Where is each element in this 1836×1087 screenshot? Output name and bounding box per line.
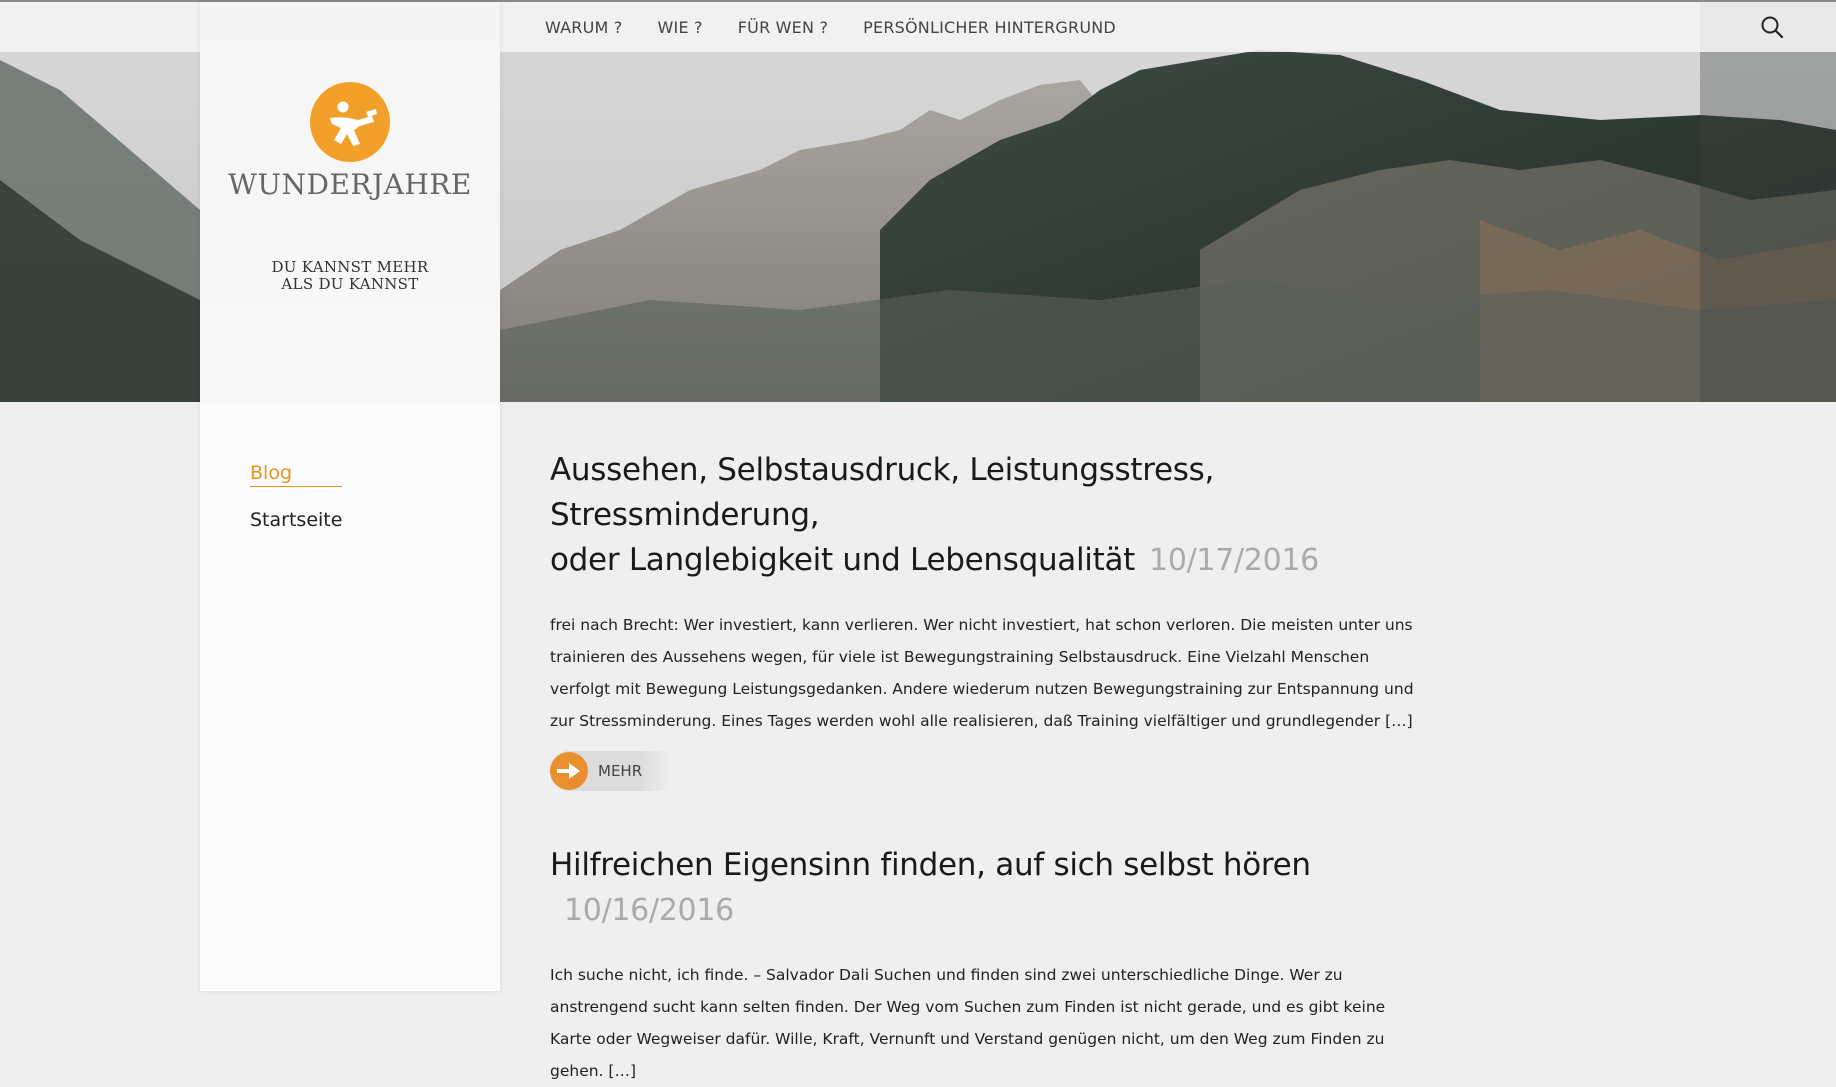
post-title-line-2[interactable]: oder Langlebigkeit und Lebensqualität (550, 542, 1135, 578)
post-title[interactable]: Aussehen, Selbstausdruck, Leistungsstres… (550, 448, 1420, 583)
nav-item-persoenlicher-hintergrund[interactable]: PERSÖNLICHER HINTERGRUND (863, 18, 1116, 37)
search-icon[interactable] (1760, 15, 1784, 39)
post-date: 10/16/2016 (564, 893, 734, 928)
nav-item-fuer-wen[interactable]: FÜR WEN ? (738, 18, 828, 37)
sidebar: WUNDERJAHRE DU KANNST MEHR ALS DU KANNST… (200, 2, 500, 991)
post-excerpt: Ich suche nicht, ich finde. – Salvador D… (550, 966, 1386, 1080)
post-title-line-1[interactable]: Aussehen, Selbstausdruck, Leistungsstres… (550, 452, 1214, 533)
more-button[interactable]: MEHR (550, 751, 670, 791)
post-list: Aussehen, Selbstausdruck, Leistungsstres… (550, 448, 1420, 1087)
sidebar-item-startseite[interactable]: Startseite (250, 509, 342, 531)
arrow-right-icon (550, 752, 588, 790)
brand-name[interactable]: WUNDERJAHRE (200, 168, 500, 201)
post-item: Hilfreichen Eigensinn finden, auf sich s… (550, 843, 1420, 1087)
tagline-line-2: ALS DU KANNST (281, 275, 419, 293)
nav-item-warum[interactable]: WARUM ? (545, 18, 623, 37)
sidebar-nav: Blog Startseite (250, 462, 343, 553)
main-nav: WARUM ? WIE ? FÜR WEN ? PERSÖNLICHER HIN… (545, 2, 1116, 52)
sidebar-item-blog[interactable]: Blog (250, 462, 343, 487)
tagline-line-1: DU KANNST MEHR (271, 258, 429, 276)
post-date: 10/17/2016 (1149, 543, 1319, 578)
brand-tagline: DU KANNST MEHR ALS DU KANNST (200, 259, 500, 293)
post-title-line-1[interactable]: Hilfreichen Eigensinn finden, auf sich s… (550, 847, 1311, 883)
nav-item-wie[interactable]: WIE ? (658, 18, 703, 37)
post-excerpt: frei nach Brecht: Wer investiert, kann v… (550, 616, 1414, 730)
post-title[interactable]: Hilfreichen Eigensinn finden, auf sich s… (550, 843, 1420, 933)
logo-icon[interactable] (310, 82, 390, 162)
post-item: Aussehen, Selbstausdruck, Leistungsstres… (550, 448, 1420, 791)
more-button-label: MEHR (598, 762, 643, 780)
